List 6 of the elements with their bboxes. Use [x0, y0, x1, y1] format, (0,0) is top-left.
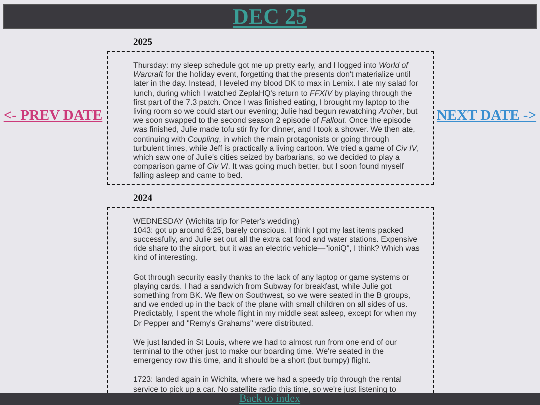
- next-date-link[interactable]: NEXT DATE ->: [436, 108, 537, 126]
- date-title[interactable]: DEC 25: [233, 6, 307, 28]
- back-to-index-link[interactable]: Back to index: [239, 394, 301, 404]
- entry-year: 2025: [134, 38, 154, 48]
- prev-date-link[interactable]: <- PREV DATE: [4, 108, 103, 126]
- entry-year: 2024: [134, 194, 154, 204]
